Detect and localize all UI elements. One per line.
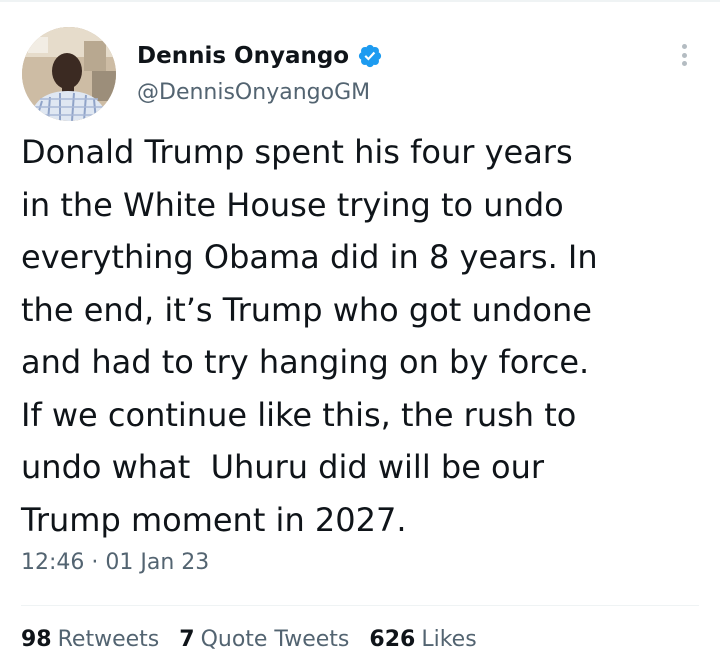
avatar[interactable] xyxy=(22,27,116,121)
verified-badge-icon xyxy=(357,43,383,69)
tweet-text-line: undo what Uhuru did will be our xyxy=(21,448,545,486)
more-options-icon[interactable] xyxy=(672,40,696,70)
tweet-timestamp[interactable]: 12:46 · 01 Jan 23 xyxy=(21,550,209,575)
stats-divider xyxy=(21,605,699,606)
tweet-text-line: the end, it’s Trump who got undone xyxy=(21,290,592,329)
quote-tweets-label: Quote Tweets xyxy=(200,627,350,652)
top-divider xyxy=(0,0,720,2)
profile-photo-icon xyxy=(22,27,116,121)
tweet-text-line: Donald Trump spent his four years xyxy=(21,133,573,171)
retweets-label: Retweets xyxy=(57,627,160,652)
tweet-text-line: Trump moment in 2027. xyxy=(21,500,407,539)
author-display-name[interactable]: Dennis Onyango xyxy=(137,43,349,69)
likes-count: 626 xyxy=(369,627,416,652)
tweet-text-line: and had to try hanging on by force. xyxy=(21,343,590,381)
tweet-text: Donald Trump spent his four years in the… xyxy=(21,126,711,546)
retweets-stat[interactable]: 98 Retweets xyxy=(21,627,159,652)
quote-tweets-count: 7 xyxy=(179,627,195,652)
engagement-stats: 98 Retweets 7 Quote Tweets 626 Likes xyxy=(21,627,497,652)
tweet-text-line: If we continue like this, the rush to xyxy=(21,395,577,434)
author-handle[interactable]: @DennisOnyangoGM xyxy=(137,80,370,105)
author-name-row[interactable]: Dennis Onyango xyxy=(137,40,383,72)
tweet-text-line: everything Obama did in 8 years. In xyxy=(21,238,598,276)
likes-stat[interactable]: 626 Likes xyxy=(369,627,476,652)
likes-label: Likes xyxy=(421,627,477,652)
more-dot xyxy=(681,61,687,66)
retweets-count: 98 xyxy=(21,627,52,652)
more-dot xyxy=(681,44,687,49)
tweet-text-line: in the White House trying to undo xyxy=(21,185,564,224)
more-dot xyxy=(681,52,687,58)
quote-tweets-stat[interactable]: 7 Quote Tweets xyxy=(179,627,349,652)
